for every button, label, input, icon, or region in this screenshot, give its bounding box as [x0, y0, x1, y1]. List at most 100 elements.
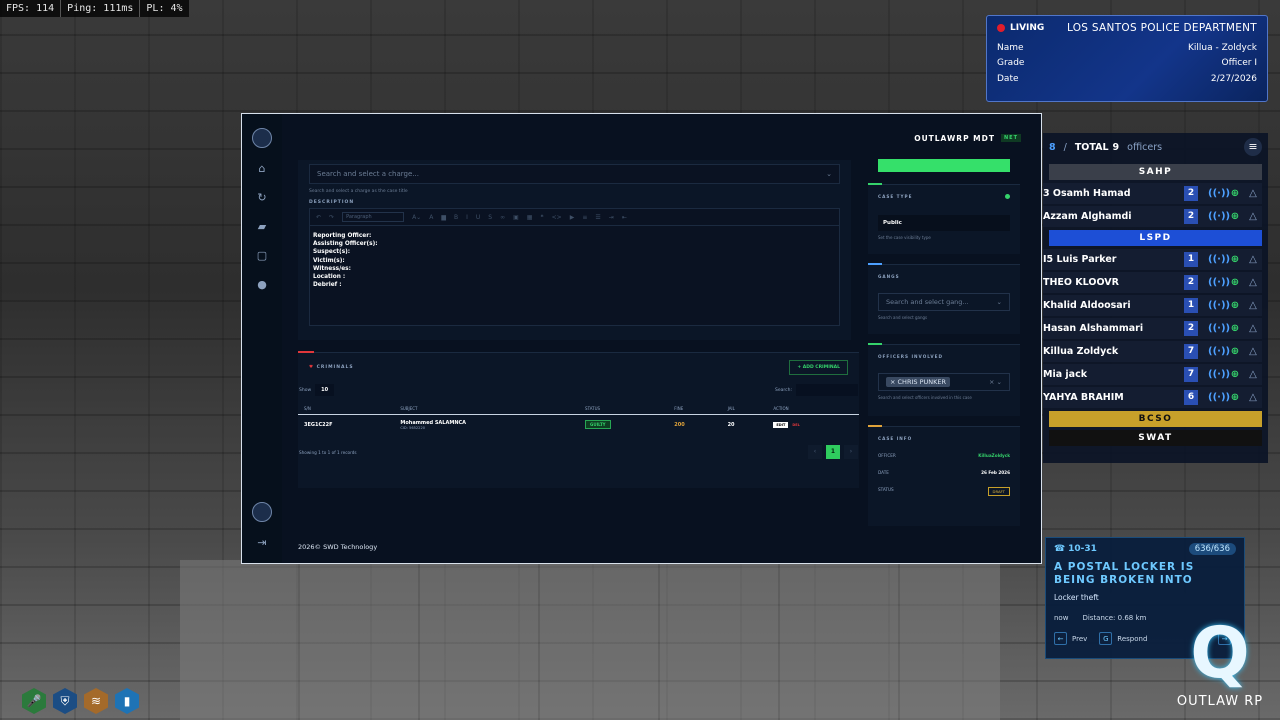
officer-row[interactable]: Mia jack 7 ((·)) ⊕ △ [1043, 364, 1262, 385]
radio-icon: ((·)) [1208, 323, 1231, 334]
officer-roster: 8 / TOTAL 9 officers ≡ SAHP 3 Osamh Hama… [1043, 133, 1268, 463]
italic-icon[interactable]: I [466, 214, 468, 221]
list-icon[interactable]: ☰ [595, 214, 600, 221]
column-header[interactable]: S/N [298, 403, 395, 415]
image-icon[interactable]: ▣ [513, 214, 519, 221]
page-size-select[interactable]: 10 [315, 384, 335, 396]
alert-icon[interactable]: ● [254, 277, 270, 293]
next-page-button[interactable]: › [844, 445, 858, 459]
status-hud: 🎤 ⛨ ≋ ▮ [22, 688, 139, 714]
officer-name: THEO KLOOVR [1043, 277, 1119, 288]
link-icon[interactable]: ∞ [500, 214, 505, 221]
fine-cell: 200 [674, 422, 685, 428]
officer-row[interactable]: I5 Luis Parker 1 ((·)) ⊕ △ [1043, 249, 1262, 270]
chevron-down-icon: ⌄ [996, 298, 1002, 306]
chat-icon[interactable]: ▢ [254, 248, 270, 264]
radio-icon: ((·)) [1208, 254, 1231, 265]
indent-icon[interactable]: ⇥ [609, 214, 614, 221]
radio-icon: ((·)) [1208, 188, 1231, 199]
media-icon[interactable]: ▶ [570, 214, 575, 221]
app-title: OUTLAWRP MDT [914, 133, 995, 143]
officer-name: Hasan Alshammari [1043, 323, 1144, 334]
officer-name: Mia jack [1043, 369, 1088, 380]
globe-icon: ⊕ [1230, 254, 1240, 265]
clear-icon[interactable]: × [989, 378, 994, 386]
description-line: Debrief : [313, 282, 342, 289]
column-header[interactable]: FINE [668, 403, 722, 415]
unit-number: 2 [1184, 209, 1198, 224]
department-name: LOS SANTOS POLICE DEPARTMENT [1066, 22, 1257, 34]
table-row[interactable]: 3EG1C22F Mohammed SALAMNCA CID: 5652220 GUI… [298, 415, 859, 436]
prev-page-button[interactable]: ‹ [808, 445, 822, 459]
globe-icon: ⊕ [1230, 369, 1240, 380]
officer-key: OFFICER [878, 453, 896, 458]
save-case-button[interactable] [878, 159, 1010, 172]
profile-badge-icon[interactable] [252, 502, 272, 522]
add-criminal-button[interactable]: + ADD CRIMINAL [789, 359, 848, 375]
quote-icon[interactable]: ❝ [540, 214, 543, 221]
refresh-icon[interactable]: ↻ [254, 190, 270, 206]
highlight-icon[interactable]: ▆ [441, 214, 446, 221]
column-header[interactable]: STATUS [579, 403, 669, 415]
unit-number: 2 [1184, 321, 1198, 336]
officer-row[interactable]: Azzam Alghamdi 2 ((·)) ⊕ △ [1043, 206, 1262, 227]
officer-row[interactable]: 3 Osamh Hamad 2 ((·)) ⊕ △ [1043, 183, 1262, 204]
date-value: 2/27/2026 [1210, 73, 1257, 84]
officers-select[interactable]: × CHRIS PUNKER × ⌄ [878, 373, 1010, 391]
outdent-icon[interactable]: ⇤ [622, 214, 627, 221]
menu-icon[interactable]: ≡ [1244, 138, 1262, 156]
delete-button[interactable]: DEL [792, 423, 800, 427]
description-content[interactable]: Reporting Officer: Assisting Officer(s): S… [310, 226, 839, 295]
paragraph-select[interactable]: Paragraph [342, 212, 405, 222]
table-icon[interactable]: ▦ [527, 214, 533, 221]
undo-icon[interactable]: ↶ [316, 214, 321, 221]
column-header[interactable]: SUBJECT [394, 403, 580, 415]
bold-icon[interactable]: B [454, 214, 458, 221]
charge-select[interactable]: Search and select a charge... ⌄ [309, 164, 840, 184]
column-header[interactable]: JAIL [721, 403, 768, 415]
unit-number: 2 [1184, 186, 1198, 201]
officer-row[interactable]: Khalid Aldoosari 1 ((·)) ⊕ △ [1043, 295, 1262, 316]
name-value: Killua - Zoldyck [1188, 42, 1257, 53]
search-input[interactable] [796, 384, 858, 396]
description-line: Witness/es: [313, 265, 351, 272]
serial-cell: 3EG1C22F [304, 422, 333, 428]
description-line: Assisting Officer(s): [313, 241, 378, 248]
phone-icon: ☎ [1054, 544, 1066, 554]
page-1-button[interactable]: 1 [826, 445, 840, 459]
performance-bar: FPS: 114 Ping: 111ms PL: 4% [0, 0, 189, 17]
dispatch-code: 10-31 [1068, 544, 1097, 554]
warning-icon: △ [1249, 211, 1257, 222]
officer-chip[interactable]: × CHRIS PUNKER [886, 377, 950, 387]
gangs-select[interactable]: Search and select gang... ⌄ [878, 293, 1010, 311]
column-header[interactable]: ACTION [767, 403, 859, 415]
g-key-icon: G [1099, 632, 1113, 645]
respond-button[interactable]: G Respond [1099, 632, 1147, 645]
warning-icon: △ [1249, 254, 1257, 265]
align-icon[interactable]: ≡ [582, 214, 587, 221]
font-size-icon[interactable]: A⌄ [412, 214, 421, 221]
edit-button[interactable]: EDIT [773, 422, 789, 428]
logout-icon[interactable]: ⇥ [254, 535, 270, 551]
officer-row[interactable]: YAHYA BRAHIM 6 ((·)) ⊕ △ [1043, 387, 1262, 408]
redo-icon[interactable]: ↷ [329, 214, 334, 221]
text-color-icon[interactable]: A [429, 214, 433, 221]
status-key: STATUS [878, 487, 894, 492]
case-type-select[interactable]: Public [878, 215, 1010, 231]
folder-icon[interactable]: ▰ [254, 219, 270, 235]
description-line: Reporting Officer: [313, 233, 372, 239]
officer-row[interactable]: Killua Zoldyck 7 ((·)) ⊕ △ [1043, 341, 1262, 362]
officer-row[interactable]: Hasan Alshammari 2 ((·)) ⊕ △ [1043, 318, 1262, 339]
officer-row[interactable]: THEO KLOOVR 2 ((·)) ⊕ △ [1043, 272, 1262, 293]
editor-toolbar: ↶ ↷ Paragraph A⌄ A ▆ B I U S ∞ ▣ ▦ ❝ <> … [310, 209, 839, 226]
count-separator: / [1063, 141, 1067, 153]
description-editor[interactable]: ↶ ↷ Paragraph A⌄ A ▆ B I U S ∞ ▣ ▦ ❝ <> … [309, 208, 840, 326]
code-icon[interactable]: <> [552, 214, 562, 221]
underline-icon[interactable]: U [476, 214, 480, 221]
prev-button[interactable]: ← Prev [1054, 632, 1087, 645]
version-badge: NET [1000, 134, 1021, 142]
strike-icon[interactable]: S [488, 214, 492, 221]
group-swat: SWAT [1049, 430, 1262, 446]
home-icon[interactable]: ⌂ [254, 161, 270, 177]
online-count: 8 [1049, 141, 1056, 153]
